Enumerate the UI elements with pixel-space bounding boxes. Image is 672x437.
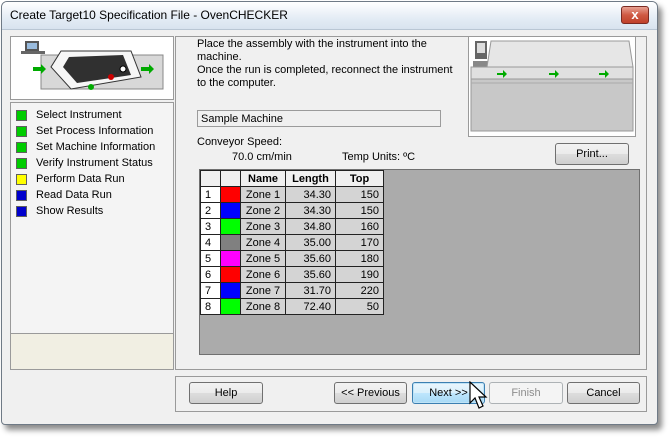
help-button[interactable]: Help	[189, 382, 263, 404]
close-button[interactable]: x	[621, 6, 649, 24]
zone-color-swatch	[220, 202, 241, 219]
zone-top-cell: 160	[335, 218, 384, 235]
instruction-line: Once the run is completed, reconnect the…	[197, 64, 453, 89]
row-number: 4	[200, 234, 221, 251]
zone-color-swatch	[220, 234, 241, 251]
title-bar: Create Target10 Specification File - Ove…	[2, 2, 657, 30]
zone-top-cell: 170	[335, 234, 384, 251]
zone-table: Name Length Top 1 Zone 1 34.30 150 2 Zon…	[199, 169, 640, 355]
conveyor-speed-value: 70.0 cm/min	[232, 151, 292, 163]
row-number: 3	[200, 218, 221, 235]
column-header[interactable]: Name	[240, 170, 286, 187]
row-number: 7	[200, 282, 221, 299]
zone-length-cell: 34.80	[285, 218, 336, 235]
oven-tray-icon	[21, 41, 164, 90]
instruction-line: Place the assembly with the instrument i…	[197, 38, 427, 63]
zone-length-cell: 35.60	[285, 266, 336, 283]
table-row[interactable]: 4 Zone 4 35.00 170	[200, 234, 384, 251]
table-row[interactable]: 1 Zone 1 34.30 150	[200, 186, 384, 203]
zone-color-swatch	[220, 218, 241, 235]
zone-top-cell: 190	[335, 266, 384, 283]
list-item: Read Data Run	[11, 187, 173, 203]
zone-color-swatch	[220, 250, 241, 267]
list-item: Show Results	[11, 203, 173, 219]
step-label: Set Machine Information	[36, 141, 156, 153]
zone-name-cell: Zone 7	[240, 282, 286, 299]
column-header[interactable]	[220, 170, 241, 187]
status-square-icon	[16, 141, 27, 153]
zone-length-cell: 35.60	[285, 250, 336, 267]
table-row[interactable]: 2 Zone 2 34.30 150	[200, 202, 384, 219]
zone-top-cell: 50	[335, 298, 384, 315]
status-square-icon	[16, 109, 27, 121]
step-label: Verify Instrument Status	[36, 157, 153, 169]
table-row[interactable]: 7 Zone 7 31.70 220	[200, 282, 384, 299]
zone-top-cell: 150	[335, 186, 384, 203]
step-label: Select Instrument	[36, 109, 122, 121]
zone-name-cell: Zone 6	[240, 266, 286, 283]
zone-name-cell: Zone 8	[240, 298, 286, 315]
zone-length-cell: 35.00	[285, 234, 336, 251]
row-number: 6	[200, 266, 221, 283]
status-square-icon	[16, 189, 27, 201]
zone-length-cell: 34.30	[285, 202, 336, 219]
table-row[interactable]: 5 Zone 5 35.60 180	[200, 250, 384, 267]
mouse-pointer-icon	[469, 381, 488, 409]
oven-illustration	[468, 36, 636, 137]
zone-length-cell: 72.40	[285, 298, 336, 315]
instructions-text: Place the assembly with the instrument i…	[197, 38, 457, 90]
list-item: Perform Data Run	[11, 171, 173, 187]
table-row[interactable]: 6 Zone 6 35.60 190	[200, 266, 384, 283]
step-label: Show Results	[36, 205, 104, 217]
status-square-icon	[16, 125, 27, 137]
zone-color-swatch	[220, 186, 241, 203]
zone-name-cell: Zone 4	[240, 234, 286, 251]
cancel-button[interactable]: Cancel	[567, 382, 640, 404]
list-item: Set Process Information	[11, 123, 173, 139]
zone-length-cell: 31.70	[285, 282, 336, 299]
table-row[interactable]: 8 Zone 8 72.40 50	[200, 298, 384, 315]
zone-color-swatch	[220, 282, 241, 299]
zone-name-cell: Zone 3	[240, 218, 286, 235]
zone-color-swatch	[220, 298, 241, 315]
step-label: Perform Data Run	[36, 173, 125, 185]
zone-grid: Name Length Top 1 Zone 1 34.30 150 2 Zon…	[200, 170, 384, 315]
zone-name-cell: Zone 1	[240, 186, 286, 203]
zone-top-cell: 180	[335, 250, 384, 267]
column-header[interactable]	[200, 170, 221, 187]
print-button[interactable]: Print...	[555, 143, 629, 165]
row-number: 1	[200, 186, 221, 203]
left-info-panel	[10, 334, 174, 370]
finish-button[interactable]: Finish	[489, 382, 563, 404]
conveyor-speed-label: Conveyor Speed:	[197, 136, 282, 148]
list-item: Verify Instrument Status	[11, 155, 173, 171]
previous-button[interactable]: << Previous	[334, 382, 407, 404]
column-header[interactable]: Top	[335, 170, 384, 187]
table-row[interactable]: 3 Zone 3 34.80 160	[200, 218, 384, 235]
reflow-oven-icon	[470, 40, 634, 132]
status-square-icon	[16, 205, 27, 217]
zone-color-swatch	[220, 266, 241, 283]
wizard-steps-list: Select Instrument Set Process Informatio…	[10, 102, 174, 334]
step-label: Read Data Run	[36, 189, 112, 201]
instrument-illustration	[10, 36, 174, 100]
temp-units-label: Temp Units: ºC	[342, 151, 416, 163]
row-number: 5	[200, 250, 221, 267]
zone-length-cell: 34.30	[285, 186, 336, 203]
column-header[interactable]: Length	[285, 170, 336, 187]
machine-name-field: Sample Machine	[197, 110, 441, 127]
zone-top-cell: 220	[335, 282, 384, 299]
zone-name-cell: Zone 5	[240, 250, 286, 267]
row-number: 8	[200, 298, 221, 315]
row-number: 2	[200, 202, 221, 219]
step-label: Set Process Information	[36, 125, 154, 137]
status-square-icon	[16, 157, 27, 169]
list-item: Set Machine Information	[11, 139, 173, 155]
zone-name-cell: Zone 2	[240, 202, 286, 219]
window-title: Create Target10 Specification File - Ove…	[10, 8, 288, 22]
zone-top-cell: 150	[335, 202, 384, 219]
status-square-icon	[16, 173, 27, 185]
list-item: Select Instrument	[11, 107, 173, 123]
